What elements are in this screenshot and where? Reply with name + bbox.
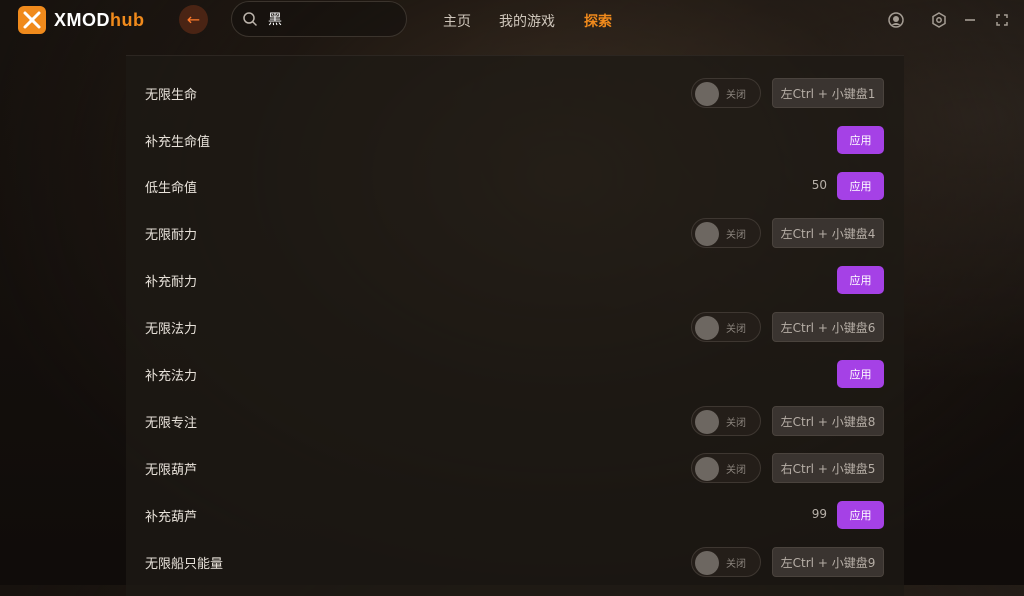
cheat-label: 补充耐力	[145, 275, 198, 290]
cheat-label: 补充葫芦	[145, 510, 198, 525]
hotkey-button[interactable]: 左Ctrl + 小键盘1	[772, 78, 884, 108]
toggle-state-label: 关闭	[726, 418, 746, 429]
cheat-label: 低生命值	[145, 181, 198, 196]
cheat-label: 无限专注	[145, 416, 198, 431]
cheat-toggle[interactable]: 关闭	[691, 406, 761, 436]
cheat-toggle[interactable]: 关闭	[691, 218, 761, 248]
cheat-row-infinite-ship-energy: 无限船只能量 关闭 左Ctrl + 小键盘9	[126, 547, 904, 577]
cheat-row-infinite-health: 无限生命 关闭 左Ctrl + 小键盘1	[126, 78, 904, 108]
hotkey-button[interactable]: 左Ctrl + 小键盘6	[772, 312, 884, 342]
top-bar: XMODhub ← 主页 我的游戏 探索	[0, 0, 1024, 40]
cheat-row-infinite-focus: 无限专注 关闭 左Ctrl + 小键盘8	[126, 406, 904, 436]
search-input[interactable]	[266, 10, 400, 28]
toggle-state-label: 关闭	[726, 559, 746, 570]
toggle-knob	[695, 316, 719, 340]
apply-button[interactable]: 应用	[837, 126, 884, 154]
cheat-label: 无限法力	[145, 322, 198, 337]
cheat-row-restore-gourd: 补充葫芦 99 应用	[126, 500, 904, 530]
fullscreen-icon[interactable]	[993, 11, 1011, 29]
toggle-knob	[695, 222, 719, 246]
settings-hexagon-icon[interactable]	[930, 11, 948, 29]
toggle-knob	[695, 410, 719, 434]
nav-home[interactable]: 主页	[443, 11, 471, 31]
toggle-knob	[695, 82, 719, 106]
cheat-label: 无限耐力	[145, 228, 198, 243]
apply-button[interactable]: 应用	[837, 172, 884, 200]
toggle-state-label: 关闭	[726, 90, 746, 101]
cheat-row-infinite-gourd: 无限葫芦 关闭 右Ctrl + 小键盘5	[126, 453, 904, 483]
apply-button[interactable]: 应用	[837, 501, 884, 529]
app-logo[interactable]: XMODhub	[18, 6, 145, 34]
toggle-state-label: 关闭	[726, 230, 746, 241]
toggle-state-label: 关闭	[726, 465, 746, 476]
search-icon	[243, 12, 257, 26]
nav-my-games[interactable]: 我的游戏	[499, 11, 555, 31]
search-box[interactable]	[231, 1, 407, 37]
apply-button[interactable]: 应用	[837, 360, 884, 388]
cheat-toggle[interactable]: 关闭	[691, 547, 761, 577]
cheat-row-restore-mana: 补充法力 应用	[126, 359, 904, 389]
cheat-label: 无限葫芦	[145, 463, 198, 478]
cheat-list-panel: 无限生命 关闭 左Ctrl + 小键盘1 补充生命值 应用 低生命值 50 应用…	[126, 55, 904, 596]
cheat-label: 无限生命	[145, 88, 198, 103]
hotkey-button[interactable]: 右Ctrl + 小键盘5	[772, 453, 884, 483]
back-button[interactable]: ←	[179, 5, 208, 34]
cheat-toggle[interactable]: 关闭	[691, 312, 761, 342]
xmodhub-logo-icon	[18, 6, 46, 34]
cheat-row-low-health: 低生命值 50 应用	[126, 171, 904, 201]
cheat-label: 补充生命值	[145, 135, 211, 150]
toggle-knob	[695, 457, 719, 481]
arrow-left-icon: ←	[186, 10, 201, 29]
cheat-label: 无限船只能量	[145, 557, 224, 572]
cheat-label: 补充法力	[145, 369, 198, 384]
cheat-value-input[interactable]: 50	[787, 178, 827, 192]
hotkey-button[interactable]: 左Ctrl + 小键盘9	[772, 547, 884, 577]
cheat-row-infinite-mana: 无限法力 关闭 左Ctrl + 小键盘6	[126, 312, 904, 342]
app-name: XMODhub	[54, 9, 145, 30]
cheat-row-restore-health: 补充生命值 应用	[126, 125, 904, 155]
hotkey-button[interactable]: 左Ctrl + 小键盘4	[772, 218, 884, 248]
toggle-state-label: 关闭	[726, 324, 746, 335]
toggle-knob	[695, 551, 719, 575]
nav-explore[interactable]: 探索	[584, 11, 612, 31]
cheat-toggle[interactable]: 关闭	[691, 78, 761, 108]
apply-button[interactable]: 应用	[837, 266, 884, 294]
cheat-row-infinite-stamina: 无限耐力 关闭 左Ctrl + 小键盘4	[126, 218, 904, 248]
user-icon[interactable]	[887, 11, 905, 29]
cheat-value-input[interactable]: 99	[787, 507, 827, 521]
cheat-row-restore-stamina: 补充耐力 应用	[126, 265, 904, 295]
cheat-toggle[interactable]: 关闭	[691, 453, 761, 483]
minimize-icon[interactable]	[961, 11, 979, 29]
hotkey-button[interactable]: 左Ctrl + 小键盘8	[772, 406, 884, 436]
